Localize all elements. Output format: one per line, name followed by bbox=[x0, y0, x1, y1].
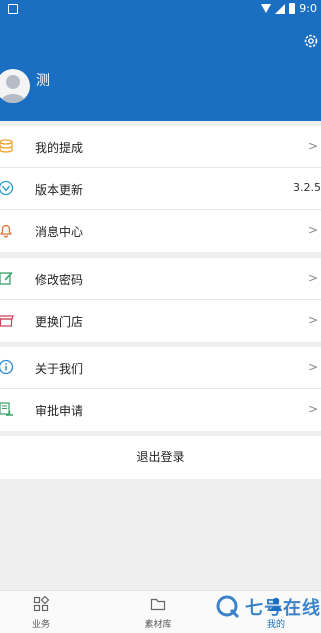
status-time: 9:0 bbox=[299, 2, 317, 15]
menu-item-label: 审批申请 bbox=[35, 404, 84, 418]
watermark-text: 七号在线 bbox=[245, 598, 321, 619]
menu-group-settings: 修改密码 > 更换门店 > bbox=[0, 258, 321, 342]
tab-materials[interactable]: 素材库 bbox=[128, 591, 188, 633]
menu-group-about: 关于我们 > 审批申请 > bbox=[0, 347, 321, 431]
info-icon bbox=[0, 359, 14, 375]
avatar[interactable] bbox=[0, 69, 30, 103]
approval-icon bbox=[0, 402, 13, 416]
menu-item-change-password[interactable]: 修改密码 > bbox=[0, 258, 321, 300]
menu-item-change-store[interactable]: 更换门店 > bbox=[0, 300, 321, 342]
chevron-right-icon: > bbox=[307, 313, 318, 327]
wifi-icon bbox=[261, 4, 272, 13]
menu-item-version-update[interactable]: 版本更新 3.2.5 bbox=[0, 168, 321, 210]
store-icon bbox=[0, 315, 14, 327]
status-bar: 9:0 bbox=[0, 0, 321, 20]
version-update-icon bbox=[0, 180, 14, 196]
menu-item-label: 更换门店 bbox=[35, 315, 84, 329]
chevron-right-icon: > bbox=[307, 139, 318, 153]
notification-icon bbox=[8, 4, 18, 14]
avatar-placeholder-icon bbox=[0, 75, 26, 103]
coins-icon bbox=[0, 139, 13, 153]
profile-header: 9:0 测 bbox=[0, 0, 321, 121]
menu-item-label: 修改密码 bbox=[35, 273, 84, 287]
logout-button[interactable]: 退出登录 bbox=[0, 436, 321, 479]
settings-icon[interactable] bbox=[303, 33, 319, 49]
menu-item-label: 消息中心 bbox=[35, 225, 84, 239]
chevron-right-icon: > bbox=[307, 271, 318, 285]
menu-item-label: 关于我们 bbox=[35, 362, 84, 376]
watermark-logo-icon bbox=[216, 595, 240, 619]
bell-icon bbox=[0, 224, 12, 238]
chevron-right-icon: > bbox=[307, 402, 318, 416]
menu-item-label: 版本更新 bbox=[35, 183, 84, 197]
chevron-right-icon: > bbox=[307, 360, 318, 374]
signal-icon bbox=[275, 3, 286, 14]
edit-password-icon bbox=[0, 271, 13, 285]
tab-label: 素材库 bbox=[144, 620, 172, 630]
battery-icon bbox=[289, 3, 296, 14]
menu-item-commission[interactable]: 我的提成 > bbox=[0, 126, 321, 168]
tab-business[interactable]: 业务 bbox=[11, 591, 71, 633]
watermark: 七号在线 bbox=[215, 592, 321, 622]
menu-item-label: 我的提成 bbox=[35, 141, 84, 155]
username: 测 bbox=[36, 73, 50, 89]
chevron-right-icon: > bbox=[307, 223, 318, 237]
menu-group-account: 我的提成 > 版本更新 3.2.5 消息中心 > bbox=[0, 126, 321, 252]
version-number: 3.2.5 bbox=[293, 181, 321, 194]
folder-icon bbox=[150, 598, 166, 611]
menu-item-about-us[interactable]: 关于我们 > bbox=[0, 347, 321, 389]
grid-icon bbox=[33, 596, 49, 612]
menu-item-approval[interactable]: 审批申请 > bbox=[0, 389, 321, 431]
menu-item-messages[interactable]: 消息中心 > bbox=[0, 210, 321, 252]
status-indicators: 9:0 bbox=[261, 2, 317, 15]
tab-label: 业务 bbox=[31, 620, 50, 630]
